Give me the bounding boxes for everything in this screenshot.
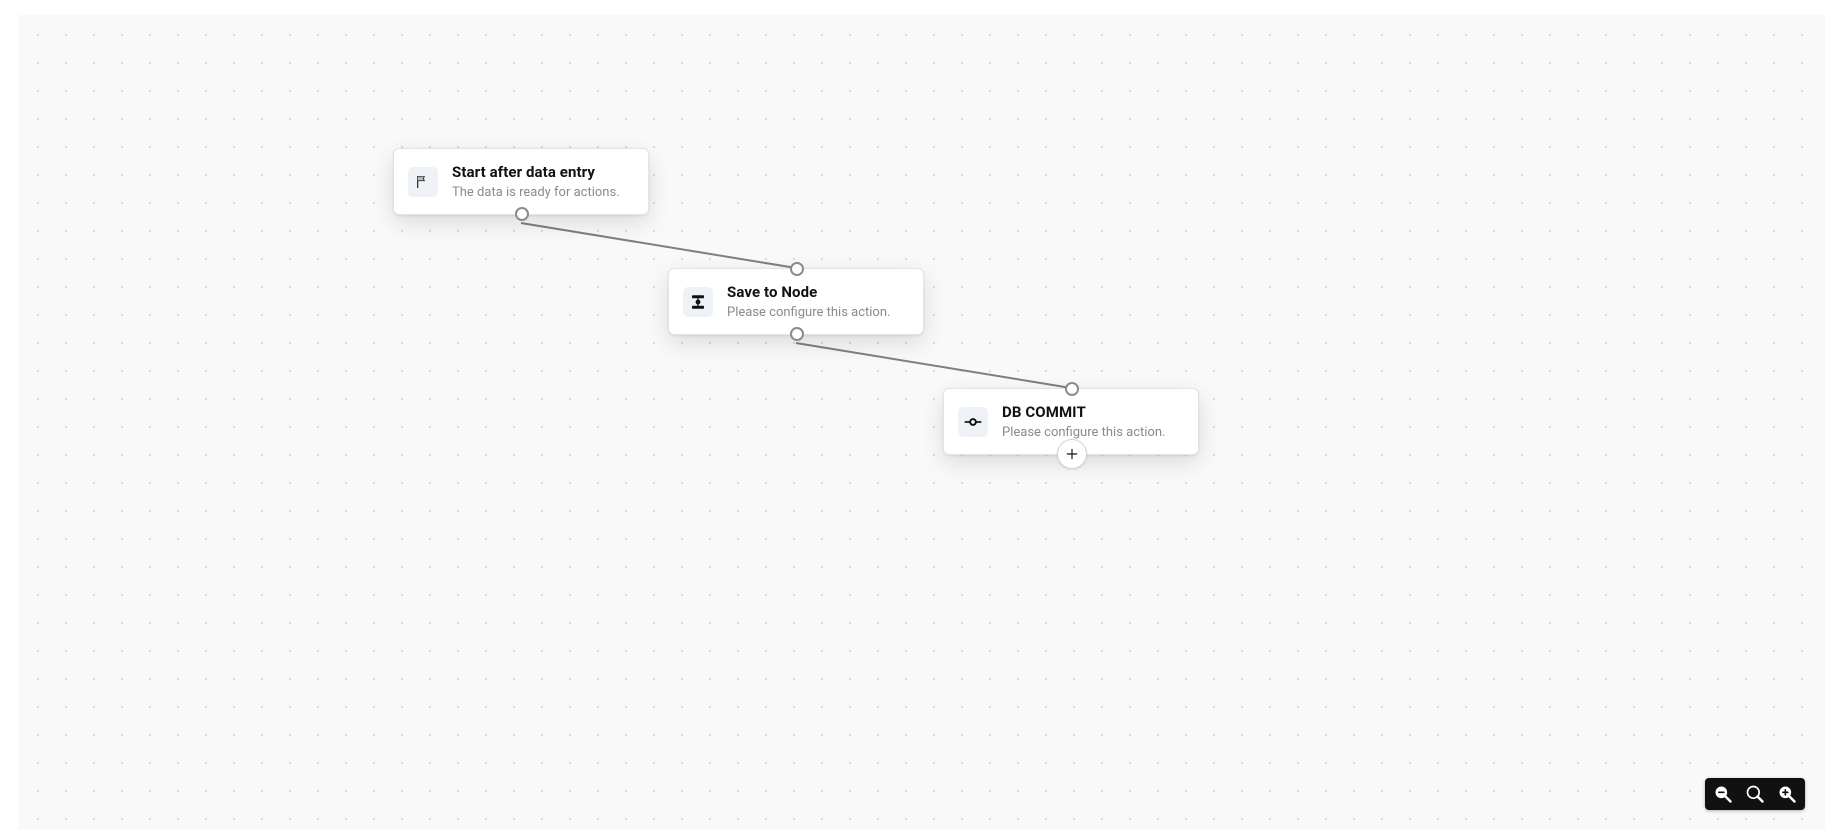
node-down-icon — [683, 287, 713, 317]
port-out[interactable] — [515, 207, 529, 221]
edge-layer — [18, 15, 1825, 830]
zoom-in-button[interactable] — [1775, 782, 1799, 806]
node-save[interactable]: Save to Node Please configure this actio… — [668, 268, 924, 335]
node-commit[interactable]: DB COMMIT Please configure this action. — [943, 388, 1199, 455]
add-step-button[interactable] — [1057, 439, 1087, 469]
zoom-reset-button[interactable] — [1743, 782, 1767, 806]
node-subtitle: The data is ready for actions. — [452, 185, 620, 200]
node-start[interactable]: Start after data entry The data is ready… — [393, 148, 649, 215]
node-subtitle: Please configure this action. — [727, 305, 890, 320]
workflow-canvas[interactable]: Start after data entry The data is ready… — [18, 15, 1825, 830]
zoom-controls — [1705, 778, 1805, 810]
port-in[interactable] — [790, 262, 804, 276]
commit-icon — [958, 407, 988, 437]
node-title: Save to Node — [727, 283, 890, 301]
port-in[interactable] — [1065, 382, 1079, 396]
node-title: Start after data entry — [452, 163, 620, 181]
flag-icon — [408, 167, 438, 197]
zoom-out-button[interactable] — [1711, 782, 1735, 806]
node-subtitle: Please configure this action. — [1002, 425, 1165, 440]
port-out[interactable] — [790, 327, 804, 341]
node-title: DB COMMIT — [1002, 403, 1165, 421]
